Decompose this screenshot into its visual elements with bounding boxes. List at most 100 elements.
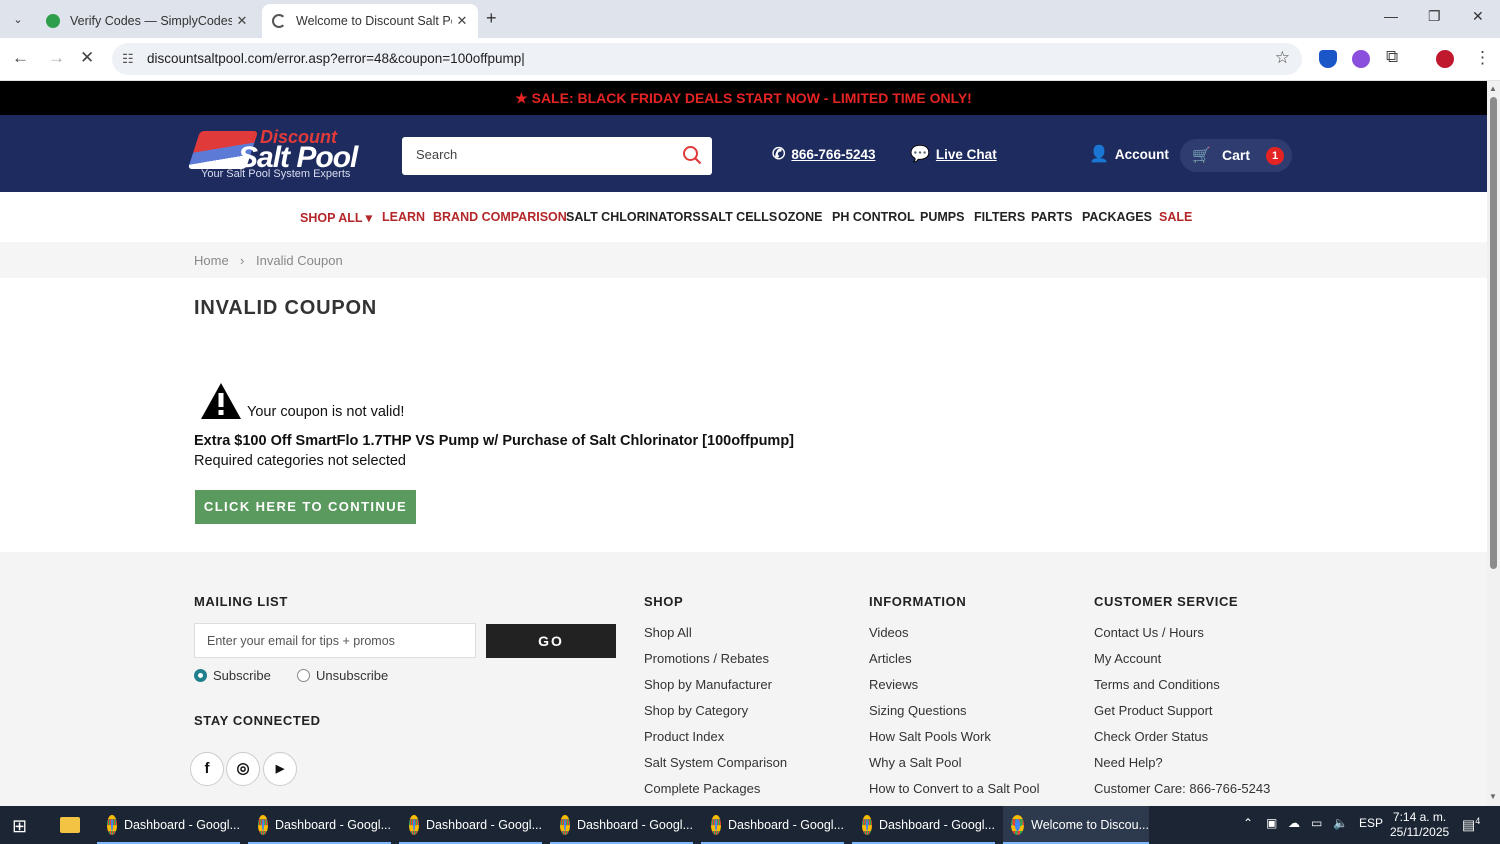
- tablet-icon[interactable]: ▣: [1266, 816, 1277, 830]
- nav-salt-cells[interactable]: SALT CELLS: [701, 210, 777, 224]
- account-link[interactable]: 👤 Account: [1089, 144, 1169, 164]
- footer-link[interactable]: Why a Salt Pool: [869, 755, 962, 770]
- phone-link[interactable]: ✆ 866-766-5243: [772, 144, 875, 164]
- extensions-puzzle-icon[interactable]: ⧉: [1386, 47, 1398, 67]
- browser-menu-icon[interactable]: ⋮: [1474, 48, 1491, 68]
- site-settings-icon[interactable]: ☷: [122, 51, 134, 67]
- nav-parts[interactable]: PARTS: [1031, 210, 1072, 224]
- url-text[interactable]: discountsaltpool.com/error.asp?error=48&…: [147, 51, 525, 66]
- clock-date: 25/11/2025: [1390, 825, 1450, 839]
- footer-link[interactable]: How to Convert to a Salt Pool: [869, 781, 1040, 796]
- unsubscribe-radio[interactable]: Unsubscribe: [297, 668, 388, 683]
- breadcrumb-current: Invalid Coupon: [256, 253, 343, 268]
- profile-avatar[interactable]: [1436, 50, 1454, 68]
- footer-link[interactable]: Check Order Status: [1094, 729, 1208, 744]
- back-icon[interactable]: ←: [12, 48, 29, 68]
- footer-link[interactable]: Promotions / Rebates: [644, 651, 769, 666]
- taskbar-app[interactable]: Dashboard - Googl...: [248, 806, 391, 844]
- continue-button[interactable]: CLICK HERE TO CONTINUE: [195, 490, 416, 524]
- search-box: [402, 137, 712, 175]
- show-hidden-icons-icon[interactable]: ⌃: [1243, 816, 1253, 830]
- footer-link[interactable]: Terms and Conditions: [1094, 677, 1220, 692]
- footer-link[interactable]: Contact Us / Hours: [1094, 625, 1204, 640]
- system-clock[interactable]: 7:14 a. m. 25/11/2025: [1390, 810, 1449, 840]
- taskbar-app[interactable]: Dashboard - Googl...: [550, 806, 693, 844]
- search-icon[interactable]: [682, 145, 702, 165]
- bookmark-star-icon[interactable]: ☆: [1275, 48, 1290, 68]
- footer-link[interactable]: Shop by Category: [644, 703, 748, 718]
- nav-brand-comparison[interactable]: BRAND COMPARISON: [433, 210, 567, 224]
- close-window-icon[interactable]: ✕: [1472, 8, 1484, 25]
- nav-packages[interactable]: PACKAGES: [1082, 210, 1152, 224]
- minimize-icon[interactable]: —: [1384, 8, 1398, 24]
- stop-loading-icon[interactable]: ✕: [80, 48, 94, 68]
- nav-shop-all[interactable]: SHOP ALL ▾: [300, 210, 372, 225]
- taskbar-app[interactable]: Dashboard - Googl...: [701, 806, 844, 844]
- subscribe-radio[interactable]: Subscribe: [194, 668, 271, 683]
- forward-icon[interactable]: →: [48, 48, 65, 68]
- footer-link[interactable]: Customer Care: 866-766-5243: [1094, 781, 1270, 796]
- youtube-icon[interactable]: ▶: [263, 752, 297, 786]
- subscribe-label: Subscribe: [213, 668, 271, 683]
- email-field[interactable]: [195, 624, 475, 657]
- file-explorer-icon[interactable]: [60, 817, 80, 833]
- footer-link[interactable]: Shop All: [644, 625, 692, 640]
- footer-link[interactable]: My Account: [1094, 651, 1161, 666]
- nav-filters[interactable]: FILTERS: [974, 210, 1025, 224]
- nav-sale[interactable]: SALE: [1159, 210, 1192, 224]
- radio-unselected-icon: [297, 669, 310, 682]
- input-language[interactable]: ESP: [1359, 816, 1383, 830]
- volume-icon[interactable]: 🔈: [1333, 816, 1348, 830]
- notifications-icon[interactable]: ▤4: [1462, 816, 1480, 834]
- footer-link[interactable]: Need Help?: [1094, 755, 1163, 770]
- instagram-icon[interactable]: ◎: [226, 752, 260, 786]
- taskbar-app[interactable]: Dashboard - Googl...: [97, 806, 240, 844]
- nav-ph-control[interactable]: PH CONTROL: [832, 210, 915, 224]
- cart-button[interactable]: 🛒 Cart 1: [1180, 139, 1292, 172]
- breadcrumb-home[interactable]: Home: [194, 253, 229, 268]
- onedrive-cloud-icon[interactable]: ☁: [1288, 816, 1300, 830]
- footer-link[interactable]: Product Index: [644, 729, 724, 744]
- scroll-down-icon[interactable]: ▼: [1489, 792, 1497, 801]
- go-button[interactable]: GO: [486, 624, 616, 658]
- nav-pumps[interactable]: PUMPS: [920, 210, 964, 224]
- tab-close-icon[interactable]: ✕: [232, 13, 252, 29]
- windows-start-icon[interactable]: ⊞: [12, 816, 27, 837]
- promo-banner[interactable]: ★ SALE: BLACK FRIDAY DEALS START NOW - L…: [0, 81, 1487, 115]
- footer-link[interactable]: Get Product Support: [1094, 703, 1213, 718]
- footer-link[interactable]: Videos: [869, 625, 909, 640]
- address-bar[interactable]: ☷ discountsaltpool.com/error.asp?error=4…: [112, 43, 1302, 75]
- tab-discount-salt-pool[interactable]: Welcome to Discount Salt Pool ✕: [262, 4, 478, 38]
- tab-title: Verify Codes — SimplyCodes: [70, 14, 232, 28]
- nav-ozone[interactable]: OZONE: [778, 210, 822, 224]
- tab-close-icon[interactable]: ✕: [452, 13, 472, 29]
- facebook-icon[interactable]: f: [190, 752, 224, 786]
- network-icon[interactable]: ▭: [1311, 816, 1322, 830]
- nav-learn[interactable]: LEARN: [382, 210, 425, 224]
- search-input[interactable]: [416, 147, 666, 162]
- tab-search-icon[interactable]: ⌄: [8, 9, 28, 29]
- footer-link[interactable]: Complete Packages: [644, 781, 760, 796]
- footer-link[interactable]: Salt System Comparison: [644, 755, 787, 770]
- breadcrumb-separator-icon: ›: [240, 253, 245, 268]
- nav-salt-chlorinators[interactable]: SALT CHLORINATORS: [566, 210, 701, 224]
- site-logo[interactable]: Discount Salt Pool Your Salt Pool System…: [187, 127, 366, 183]
- live-chat-link[interactable]: 💬 Live Chat: [910, 144, 997, 164]
- new-tab-icon[interactable]: +: [486, 8, 497, 29]
- taskbar-app-active[interactable]: Welcome to Discou...: [1003, 806, 1149, 844]
- footer-link[interactable]: Sizing Questions: [869, 703, 967, 718]
- footer-link[interactable]: Articles: [869, 651, 912, 666]
- tab-verify-codes[interactable]: Verify Codes — SimplyCodes ✕: [36, 4, 258, 38]
- extension-icon[interactable]: [1352, 50, 1370, 68]
- footer-link[interactable]: Reviews: [869, 677, 918, 692]
- footer-link[interactable]: How Salt Pools Work: [869, 729, 991, 744]
- scrollbar-thumb[interactable]: [1490, 97, 1497, 569]
- scroll-up-icon[interactable]: ▲: [1489, 84, 1497, 93]
- taskbar-app[interactable]: Dashboard - Googl...: [399, 806, 542, 844]
- page-scrollbar[interactable]: ▲ ▼: [1487, 81, 1500, 806]
- shield-extension-icon[interactable]: [1319, 50, 1337, 68]
- restore-icon[interactable]: ❐: [1428, 8, 1441, 25]
- taskbar-app-label: Dashboard - Googl...: [425, 818, 542, 832]
- taskbar-app[interactable]: Dashboard - Googl...: [852, 806, 995, 844]
- footer-link[interactable]: Shop by Manufacturer: [644, 677, 772, 692]
